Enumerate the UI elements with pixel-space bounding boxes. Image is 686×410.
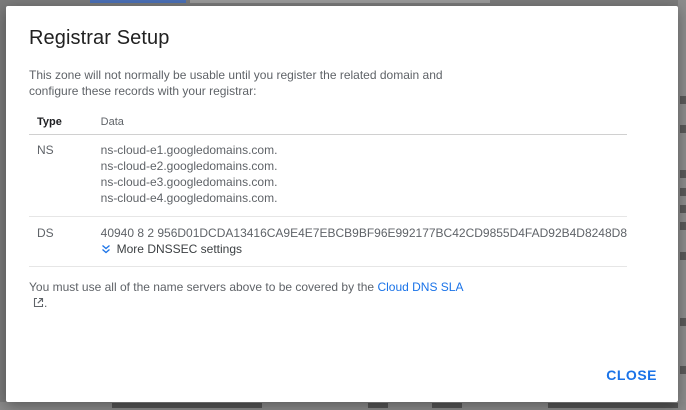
column-header-type: Type [29,109,101,135]
record-data-ds: 40940 8 2 956D01DCDA13416CA9E4E7EBCB9BF9… [100,216,627,267]
sla-note-text: You must use all of the name servers abo… [29,280,378,294]
record-data-ns: ns-cloud-e1.googledomains.com. ns-cloud-… [100,134,627,217]
background-text-fragment [680,205,686,213]
ds-record-value: 40940 8 2 956D01DCDA13416CA9E4E7EBCB9BF9… [100,226,627,240]
name-server-value: ns-cloud-e3.googledomains.com. [100,175,278,189]
background-text-fragment [432,403,462,408]
name-server-value: ns-cloud-e2.googledomains.com. [100,159,278,173]
registrar-records-table: Type Data NS ns-cloud-e1.googledomains.c… [29,109,627,267]
table-header-row: Type Data [29,109,627,135]
background-tab-active [90,0,186,3]
background-tab [190,0,490,3]
background-text-fragment [680,252,686,260]
background-text-fragment [680,188,686,196]
external-link-icon [33,297,44,308]
name-server-value: ns-cloud-e4.googledomains.com. [100,191,278,205]
background-text-fragment [548,403,678,408]
background-text-fragment [680,96,686,104]
background-text-fragment [112,403,262,408]
table-row-ns: NS ns-cloud-e1.googledomains.com. ns-clo… [29,134,627,217]
background-text-fragment [680,170,686,178]
sla-note-suffix: . [44,296,48,310]
close-button[interactable]: CLOSE [606,367,657,383]
background-text-fragment [368,403,388,408]
background-text-fragment [680,318,686,326]
sla-note: You must use all of the name servers abo… [29,279,469,311]
background-text-fragment [680,222,686,230]
dialog-title: Registrar Setup [29,27,170,49]
dialog-intro-text: This zone will not normally be usable un… [29,68,443,98]
record-type-ds: DS [29,216,101,267]
name-server-value: ns-cloud-e1.googledomains.com. [100,143,278,157]
background-text-fragment [680,125,686,133]
registrar-setup-dialog: Registrar Setup This zone will not norma… [6,6,678,402]
double-chevron-down-icon [101,245,110,254]
background-text-fragment [680,366,686,374]
column-header-data: Data [100,109,627,135]
record-type-ns: NS [29,134,101,217]
more-dnssec-settings-label: More DNSSEC settings [116,242,243,256]
cloud-dns-sla-link-label: Cloud DNS SLA [377,280,464,294]
more-dnssec-settings-toggle[interactable]: More DNSSEC settings [101,241,242,257]
table-row-ds: DS 40940 8 2 956D01DCDA13416CA9E4E7EBCB9… [29,216,627,267]
